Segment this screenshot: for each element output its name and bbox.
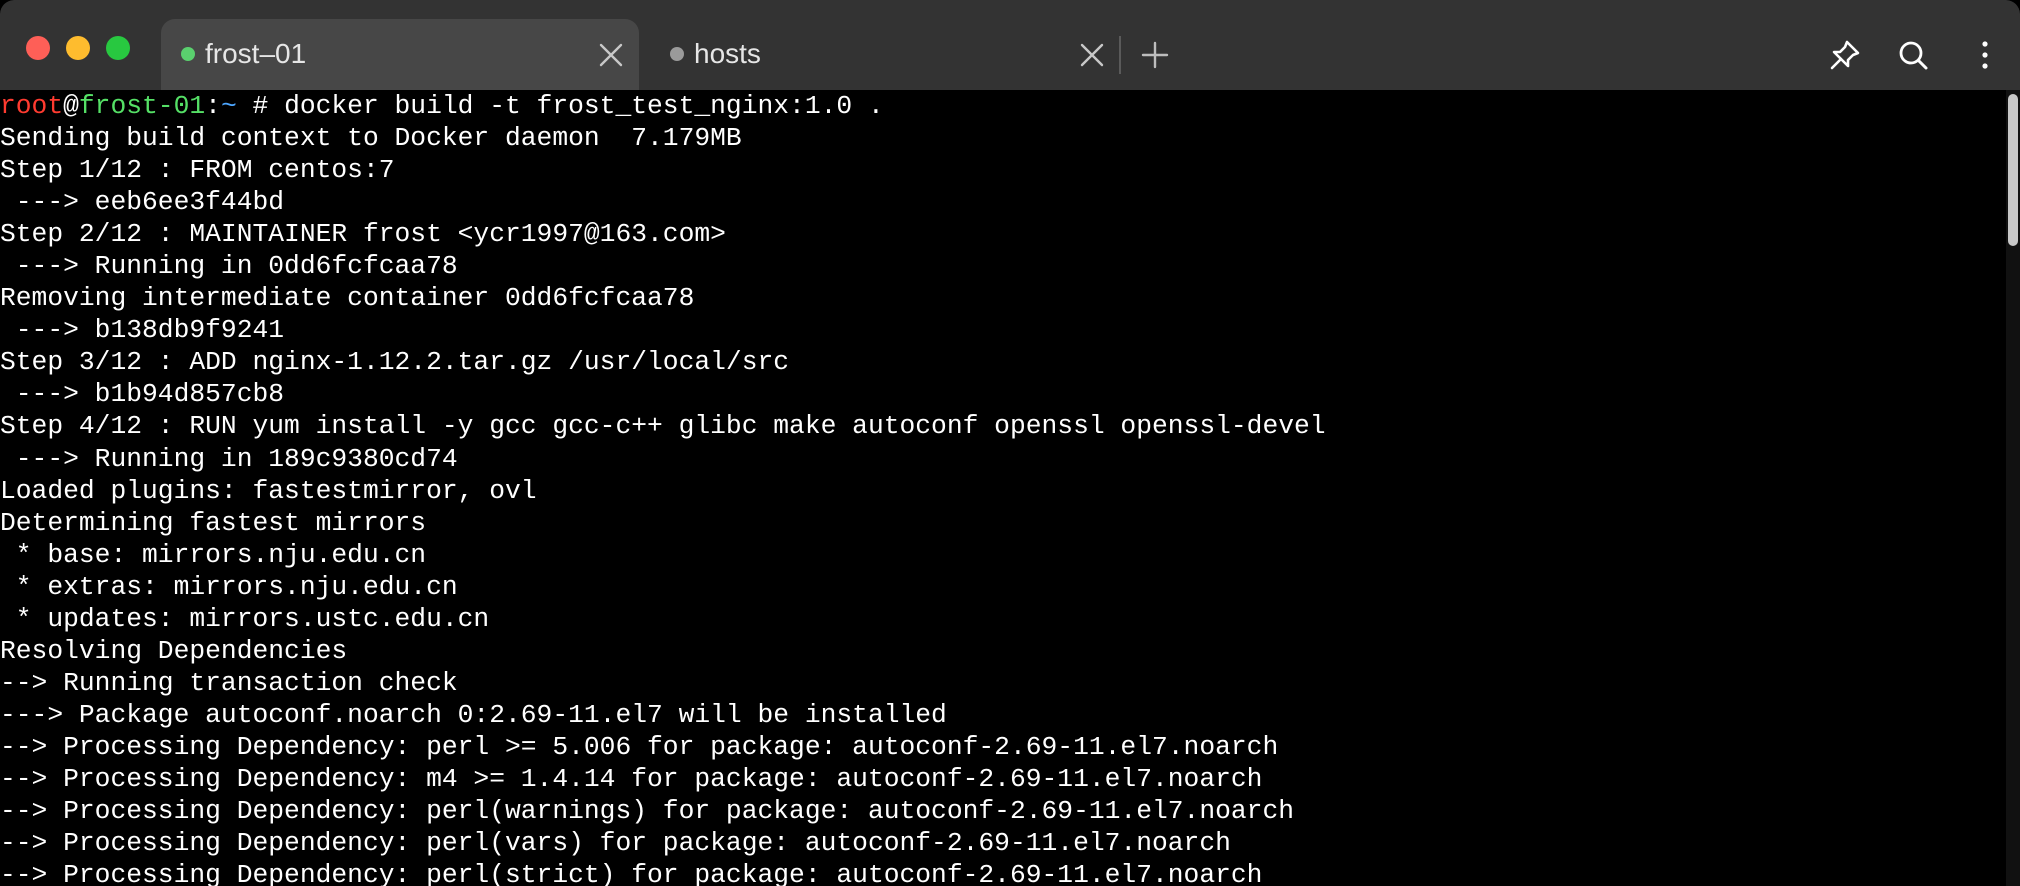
tab-title: frost–01 <box>205 38 307 69</box>
output-line: --> Processing Dependency: perl(warnings… <box>0 796 1295 827</box>
vertical-ellipsis-icon[interactable] <box>1968 38 2002 72</box>
output-line: Sending build context to Docker daemon 7… <box>0 123 742 154</box>
tab-frost-01[interactable]: frost–01 <box>161 19 639 90</box>
prompt-user: root <box>0 91 64 121</box>
output-line: --> Processing Dependency: perl(strict) … <box>0 860 1263 886</box>
output-line: Loaded plugins: fastestmirror, ovl <box>0 475 537 506</box>
scrollbar-thumb[interactable] <box>2008 94 2018 246</box>
output-line: * extras: mirrors.nju.edu.cn <box>0 571 458 602</box>
terminal-window: frost–01 hosts root@frost-01:~ # docker … <box>0 0 2020 886</box>
output-line: --> Processing Dependency: m4 >= 1.4.14 … <box>0 763 1263 794</box>
output-line: Step 3/12 : ADD nginx-1.12.2.tar.gz /usr… <box>0 347 790 378</box>
output-line: Removing intermediate container 0dd6fcfc… <box>0 283 695 314</box>
prompt-host: frost-01 <box>78 91 206 121</box>
plus-icon[interactable] <box>1138 38 1172 72</box>
output-line: --> Processing Dependency: perl(vars) fo… <box>0 828 1231 859</box>
prompt-at: @ <box>63 91 79 121</box>
output-line: Determining fastest mirrors <box>0 507 427 538</box>
output-line: Step 1/12 : FROM centos:7 <box>0 155 395 186</box>
output-line: ---> b1b94d857cb8 <box>0 379 285 410</box>
window-minimize-button[interactable] <box>66 36 90 60</box>
tab-close-icon[interactable] <box>597 41 625 69</box>
output-line: Step 2/12 : MAINTAINER frost <ycr1997@16… <box>0 219 726 250</box>
output-line: Step 4/12 : RUN yum install -y gcc gcc-c… <box>0 411 1326 442</box>
window-zoom-button[interactable] <box>106 36 130 60</box>
tab-hosts[interactable]: hosts <box>650 19 1120 90</box>
title-bar: frost–01 hosts <box>0 0 2020 90</box>
output-line: * base: mirrors.nju.edu.cn <box>0 539 427 570</box>
tab-title: hosts <box>694 38 761 69</box>
output-line: ---> eeb6ee3f44bd <box>0 187 285 218</box>
tab-divider <box>1119 36 1121 74</box>
window-close-button[interactable] <box>26 36 50 60</box>
prompt-path: ~ <box>220 91 237 121</box>
output-line: --> Processing Dependency: perl >= 5.006… <box>0 731 1279 762</box>
prompt-command: docker build -t frost_test_nginx:1.0 . <box>284 91 884 121</box>
tab-status-dot <box>181 47 195 61</box>
output-line: ---> Running in 189c9380cd74 <box>0 443 458 474</box>
output-line: ---> b138db9f9241 <box>0 315 285 346</box>
terminal-scrollbar[interactable] <box>2006 90 2020 886</box>
output-line: --> Running transaction check <box>0 667 458 698</box>
prompt-colon: : <box>205 91 221 121</box>
output-line: Resolving Dependencies <box>0 635 348 666</box>
output-line: ---> Running in 0dd6fcfcaa78 <box>0 251 458 282</box>
prompt-symbol: # <box>236 91 285 121</box>
pin-icon[interactable] <box>1828 38 1862 72</box>
prompt-line: root@frost-01:~ # docker build -t frost_… <box>0 90 2006 122</box>
output-line: * updates: mirrors.ustc.edu.cn <box>0 603 490 634</box>
tab-close-icon[interactable] <box>1078 41 1106 69</box>
terminal-output[interactable]: root@frost-01:~ # docker build -t frost_… <box>0 90 2006 886</box>
output-line: ---> Package autoconf.noarch 0:2.69-11.e… <box>0 699 947 730</box>
tab-status-dot <box>670 47 684 61</box>
search-icon[interactable] <box>1896 38 1930 72</box>
